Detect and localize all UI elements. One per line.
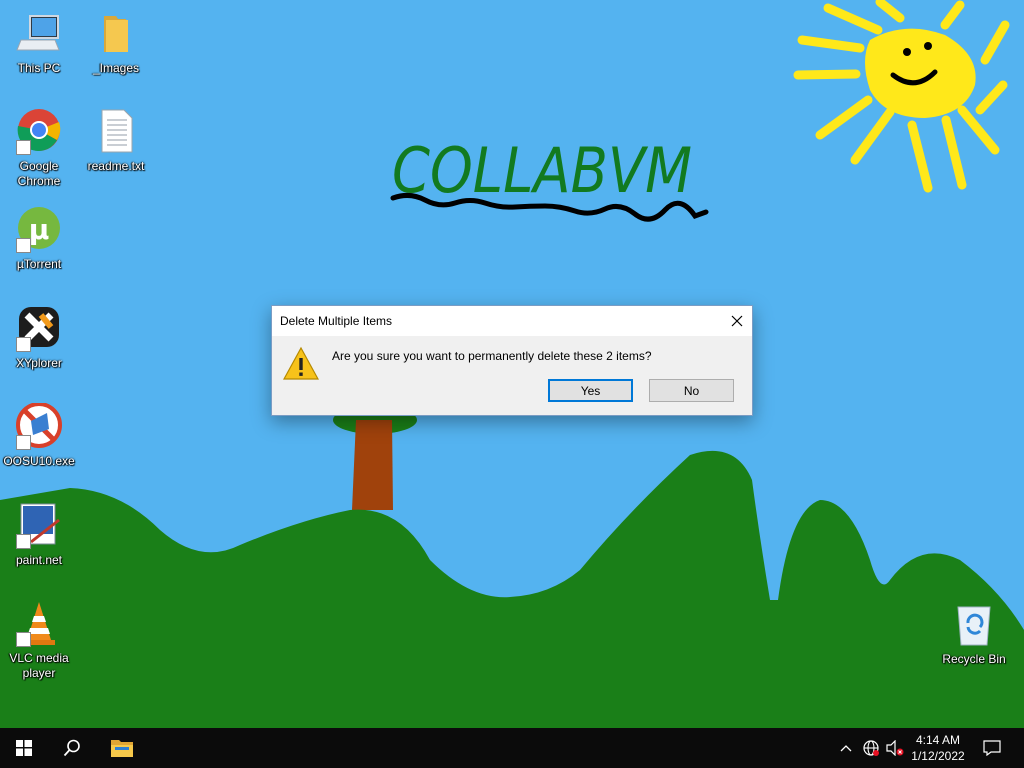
network-tray-button[interactable] <box>860 728 882 768</box>
computer-icon <box>16 15 60 51</box>
clock-time: 4:14 AM <box>915 733 961 747</box>
images-folder-desktop-icon[interactable]: _Images <box>77 10 155 76</box>
dialog-message: Are you sure you want to permanently del… <box>332 349 652 363</box>
this-pc-desktop-icon[interactable]: This PC <box>0 10 78 76</box>
chevron-up-icon <box>840 745 852 752</box>
action-center-icon <box>983 740 1001 756</box>
delete-multiple-items-dialog: Delete Multiple Items Are you sure you w… <box>271 305 753 416</box>
clock-date: 1/12/2022 <box>911 749 965 763</box>
search-button[interactable] <box>48 728 96 768</box>
shortcut-arrow-icon <box>16 632 31 647</box>
close-icon <box>731 315 743 327</box>
no-button[interactable]: No <box>649 379 734 402</box>
recycle-bin-icon <box>957 606 991 646</box>
paintnet-desktop-icon[interactable]: paint.net <box>0 502 78 568</box>
utorrent-desktop-icon[interactable]: µ µTorrent <box>0 206 78 272</box>
file-explorer-taskbar-button[interactable] <box>98 728 146 768</box>
collabvm-text: COLLABVM <box>392 134 692 207</box>
google-chrome-desktop-icon[interactable]: Google Chrome <box>0 108 78 189</box>
folder-icon <box>104 16 128 52</box>
vlc-desktop-icon[interactable]: VLC media player <box>0 600 78 681</box>
desktop-icon-label: Recycle Bin <box>942 652 1006 666</box>
desktop-icon-label: _Images <box>92 61 140 75</box>
text-file-icon <box>101 109 133 153</box>
taskbar-clock[interactable]: 4:14 AM 1/12/2022 <box>905 732 971 764</box>
recycle-bin-desktop-icon[interactable]: Recycle Bin <box>935 601 1013 667</box>
desktop-icon-label: OOSU10.exe <box>3 454 75 468</box>
file-explorer-icon <box>111 740 133 757</box>
action-center-button[interactable] <box>976 728 1008 768</box>
xyplorer-desktop-icon[interactable]: XYplorer <box>0 305 78 371</box>
shortcut-arrow-icon <box>16 238 31 253</box>
desktop-icon-label: µTorrent <box>16 257 62 271</box>
warning-icon <box>283 346 319 380</box>
desktop-icon-label: Google Chrome <box>17 159 61 188</box>
dialog-title: Delete Multiple Items <box>280 314 393 328</box>
dialog-titlebar[interactable]: Delete Multiple Items <box>272 306 752 336</box>
yes-button[interactable]: Yes <box>548 379 633 402</box>
desktop-icon-label: VLC media player <box>9 651 69 680</box>
close-button[interactable] <box>722 306 752 336</box>
shortcut-arrow-icon <box>16 140 31 155</box>
volume-tray-button[interactable] <box>884 728 906 768</box>
desktop: COLLABVM This PC _Images Google Chrome r… <box>0 0 1024 728</box>
svg-text:µ: µ <box>29 213 50 246</box>
shortcut-arrow-icon <box>16 534 31 549</box>
readme-desktop-icon[interactable]: readme.txt <box>77 108 155 174</box>
shortcut-arrow-icon <box>16 337 31 352</box>
volume-muted-icon <box>886 740 904 756</box>
start-button[interactable] <box>0 728 48 768</box>
windows-logo-icon <box>16 740 32 756</box>
taskbar: 4:14 AM 1/12/2022 <box>0 728 1024 768</box>
desktop-icon-label: This PC <box>17 61 61 75</box>
search-icon <box>63 739 80 757</box>
desktop-icon-label: paint.net <box>15 553 63 567</box>
oosu10-desktop-icon[interactable]: OOSU10.exe <box>0 402 78 469</box>
show-hidden-icons-button[interactable] <box>836 728 856 768</box>
shortcut-arrow-icon <box>16 435 31 450</box>
desktop-icon-label: XYplorer <box>16 356 62 370</box>
desktop-icon-label: readme.txt <box>87 159 145 173</box>
sun-drawing <box>793 0 1010 193</box>
network-icon <box>863 740 879 756</box>
